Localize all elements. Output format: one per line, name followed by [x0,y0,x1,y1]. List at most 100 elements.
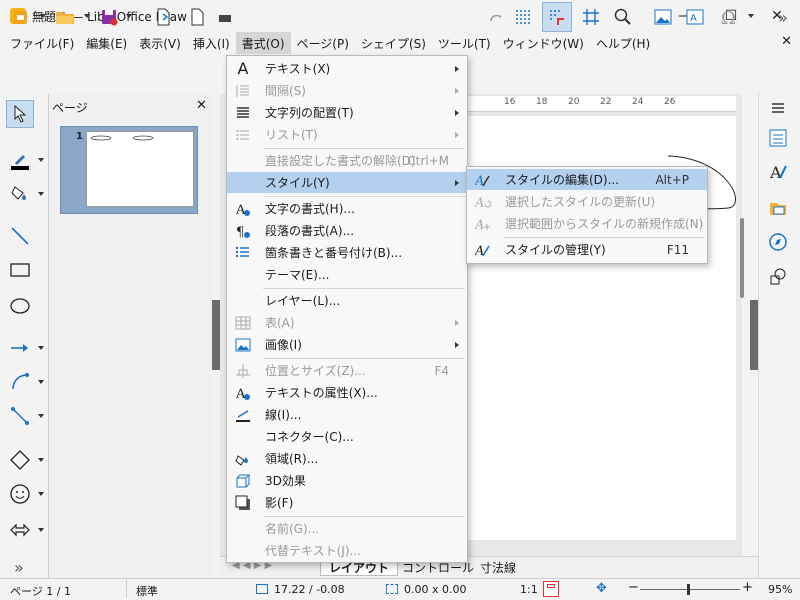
ellipse-tool-icon[interactable] [6,292,34,320]
grid-display-icon[interactable] [510,4,536,30]
svg-text:A: A [690,13,697,24]
menu-item-area[interactable]: 領域(R)... [227,448,467,469]
new-dropdown-arrow[interactable] [40,14,46,18]
line-tool-icon[interactable] [6,222,34,250]
helplines-icon[interactable] [578,4,604,30]
menu-item-theme[interactable]: テーマ(E)... [227,264,467,285]
menu-tools[interactable]: ツール(T) [432,32,497,54]
insert-textbox-icon[interactable]: A [682,4,708,30]
insert-image-icon[interactable] [650,4,676,30]
print-icon[interactable] [212,4,238,30]
line-color-dropdown-arrow[interactable] [38,158,44,162]
menu-item-line[interactable]: 線(I)... [227,404,467,425]
svg-text:A: A [475,196,484,210]
connector-dropdown-arrow[interactable] [38,414,44,418]
pages-panel-close-icon[interactable]: ✕ [196,98,207,113]
menu-item-bullets-numbering[interactable]: 箇条書きと番号付け(B)... [227,242,467,263]
menu-item-new-style-from-selection: A 選択範囲からスタイルの新規作成(N) [475,217,704,232]
navigator-icon[interactable] [766,230,790,254]
arrow-line-dropdown-arrow[interactable] [38,346,44,350]
collapse-pages-panel-handle[interactable] [212,300,220,370]
arrow-line-tool-icon[interactable] [6,334,34,362]
menu-format[interactable]: 書式(O) [235,32,291,54]
zoom-slider-thumb[interactable] [687,584,690,595]
menu-item-text[interactable]: A テキスト(X) [227,58,467,79]
menu-item-styles[interactable]: スタイル(Y) [227,172,467,193]
snap-to-grid-icon[interactable] [542,2,572,32]
size-icon [386,584,398,594]
toolbar-overflow-icon[interactable]: » [770,4,796,30]
menu-insert[interactable]: 挿入(I) [187,32,236,54]
redo-icon[interactable] [484,4,510,30]
symbol-shapes-icon[interactable] [6,480,34,508]
special-character-icon[interactable]: Ω [716,4,742,30]
new-document-icon[interactable] [8,4,34,30]
save-dropdown-arrow[interactable] [126,14,132,18]
menu-item-connector[interactable]: コネクター(C)... [227,426,467,447]
submenu-arrow-icon [455,131,459,138]
select-tool-icon[interactable] [6,100,34,128]
menu-item-update-style: A 選択したスタイルの更新(U) [475,194,656,210]
menu-item-edit-style[interactable]: A スタイルの編集(D)... Alt+P [467,169,707,190]
open-folder-icon[interactable] [52,4,78,30]
tab-dimension-lines[interactable]: 寸法線 [472,558,524,576]
menu-item-3d-effects[interactable]: 3D効果 [227,470,467,491]
status-zoom[interactable]: 95% [768,583,792,596]
basic-shapes-dropdown-arrow[interactable] [38,458,44,462]
menu-item-shadow[interactable]: 影(F) [227,492,467,513]
tools-overflow-icon[interactable]: » [14,558,24,577]
shadow-icon [235,495,251,511]
document-modified-icon[interactable] [543,581,559,597]
menu-edit[interactable]: 編集(E) [80,32,133,54]
zoom-slider-track[interactable] [640,589,740,590]
status-scale: 1:1 [520,583,538,596]
curve-tool-icon[interactable] [6,368,34,396]
export-icon[interactable] [150,4,176,30]
menu-item-clear-direct-formatting: 直接設定した書式の解除(D) Ctrl+M [265,153,449,169]
menu-shape[interactable]: シェイプ(S) [355,32,432,54]
zoom-out-button[interactable]: − [628,580,639,595]
styles-icon[interactable]: A [766,160,790,184]
vertical-scrollbar-thumb[interactable] [740,218,744,298]
properties-icon[interactable] [766,126,790,150]
update-style-icon: A [475,194,491,210]
menu-file[interactable]: ファイル(F) [4,32,80,54]
menu-item-character[interactable]: A 文字の書式(H)... [227,198,467,219]
menu-view[interactable]: 表示(V) [133,32,187,54]
close-document-button[interactable]: ✕ [781,34,792,49]
menu-item-image[interactable]: 画像(I) [227,334,467,355]
connector-tool-icon[interactable] [6,402,34,430]
menu-help[interactable]: ヘルプ(H) [590,32,656,54]
page-thumbnail[interactable] [86,131,194,207]
save-icon[interactable] [96,4,122,30]
signature-icon[interactable]: ✥ [596,581,607,596]
export-pdf-icon[interactable] [184,4,210,30]
special-character-dropdown-arrow[interactable] [748,14,754,18]
rectangle-tool-icon[interactable] [6,256,34,284]
menu-item-layer[interactable]: レイヤー(L)... [227,290,467,311]
menu-page[interactable]: ページ(P) [291,32,355,54]
ruler-tick-label: 20 [568,97,580,107]
gallery-icon[interactable] [766,196,790,220]
menu-item-text-attributes[interactable]: A テキストの属性(X)... [227,382,467,403]
block-arrows-icon[interactable] [6,516,34,544]
shapes-icon[interactable] [766,264,790,288]
zoom-pan-icon[interactable] [610,4,636,30]
zoom-in-button[interactable]: + [742,580,753,595]
curve-dropdown-arrow[interactable] [38,380,44,384]
submenu-arrow-icon [455,179,459,186]
collapse-sidebar-handle[interactable] [750,300,758,370]
menu-window[interactable]: ウィンドウ(W) [497,32,590,54]
fill-color-dropdown-arrow[interactable] [38,192,44,196]
fill-color-icon[interactable] [6,180,34,208]
basic-shapes-icon[interactable] [6,446,34,474]
sidebar-menu-icon[interactable] [766,96,790,120]
open-dropdown-arrow[interactable] [84,14,90,18]
line-format-icon [235,407,251,423]
block-arrows-dropdown-arrow[interactable] [38,528,44,532]
symbol-shapes-dropdown-arrow[interactable] [38,492,44,496]
menu-item-manage-styles[interactable]: A スタイルの管理(Y) F11 [467,239,707,260]
menu-item-paragraph[interactable]: ¶ 段落の書式(A)... [227,220,467,241]
line-color-icon[interactable] [6,146,34,174]
menu-item-align-text[interactable]: 文字列の配置(T) [227,102,467,123]
